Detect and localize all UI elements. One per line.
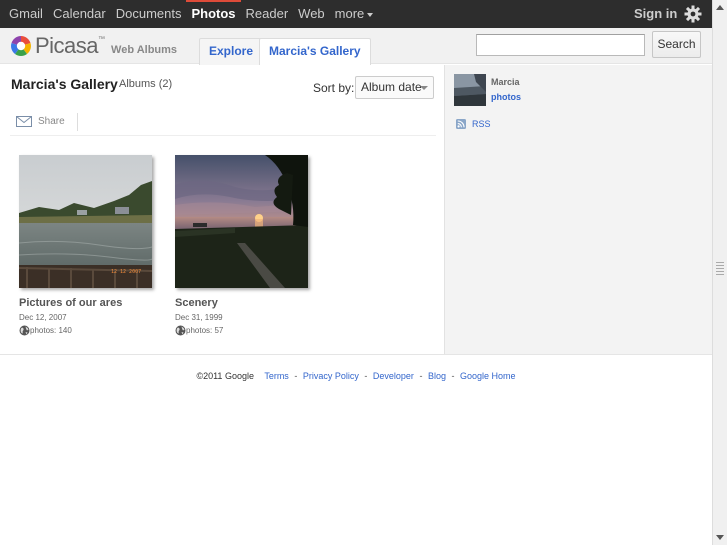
- albums-count: Albums (2): [119, 78, 173, 90]
- album-date: Dec 31, 1999: [175, 313, 223, 322]
- sort-label: Sort by:: [313, 81, 355, 95]
- sign-in-link[interactable]: Sign in: [628, 0, 683, 28]
- nav-gmail[interactable]: Gmail: [4, 0, 48, 28]
- logo-subtitle: Web Albums: [111, 44, 178, 56]
- avatar[interactable]: [454, 74, 486, 106]
- footer-separator: -: [451, 371, 455, 381]
- album-card[interactable]: Scenery Dec 31, 1999 photos: 57: [175, 155, 325, 336]
- rss-label: RSS: [472, 119, 491, 129]
- globe-icon: [175, 325, 186, 336]
- share-button[interactable]: Share: [16, 116, 65, 127]
- tab-marcias-gallery[interactable]: Marcia's Gallery: [259, 38, 371, 65]
- picasa-logo[interactable]: Picasa ™ Web Albums: [10, 35, 177, 57]
- album-meta: photos: 140: [19, 325, 169, 336]
- user-photos-link[interactable]: photos: [491, 92, 521, 102]
- footer: ©2011 Google Terms - Privacy Policy - De…: [0, 371, 712, 381]
- footer-link-developer[interactable]: Developer: [373, 371, 414, 381]
- chevron-down-icon: [420, 86, 428, 90]
- footer-separator: -: [364, 371, 368, 381]
- footer-link-blog[interactable]: Blog: [428, 371, 446, 381]
- footer-link-privacy[interactable]: Privacy Policy: [303, 371, 359, 381]
- picasa-pinwheel-icon: [11, 36, 31, 56]
- rss-icon: [456, 119, 466, 129]
- sort-select-value: Album date: [361, 80, 422, 94]
- copyright: ©2011 Google: [196, 371, 254, 381]
- logo-wordmark: Picasa: [35, 33, 99, 58]
- album-thumbnail[interactable]: [175, 155, 308, 288]
- nav-more[interactable]: more: [330, 0, 379, 28]
- chevron-down-icon: [367, 12, 374, 17]
- search-button[interactable]: Search: [652, 31, 701, 58]
- album-thumbnail[interactable]: 12 12 2007: [19, 155, 152, 288]
- user-name: Marcia: [491, 77, 520, 87]
- rss-link[interactable]: RSS: [456, 119, 491, 129]
- search-input[interactable]: [476, 34, 645, 56]
- scrollbar-grip[interactable]: [716, 262, 724, 276]
- footer-separator: -: [419, 371, 423, 381]
- tab-explore[interactable]: Explore: [199, 38, 264, 65]
- album-photo-count: photos: 57: [186, 326, 224, 335]
- divider: [77, 113, 78, 131]
- user-sidebar: Marcia photos RSS: [444, 65, 712, 354]
- footer-link-terms[interactable]: Terms: [264, 371, 289, 381]
- share-label: Share: [38, 116, 65, 127]
- scroll-up-icon[interactable]: [716, 5, 724, 10]
- album-card[interactable]: 12 12 2007 Pictures of our ares Dec 12, …: [19, 155, 169, 336]
- svg-text:12 12 2007: 12 12 2007: [111, 269, 141, 275]
- gear-icon[interactable]: [684, 5, 702, 23]
- nav-web[interactable]: Web: [293, 0, 330, 28]
- footer-separator: -: [294, 371, 298, 381]
- vertical-scrollbar[interactable]: [712, 0, 727, 545]
- nav-reader[interactable]: Reader: [241, 0, 294, 28]
- logo-trademark: ™: [98, 36, 106, 43]
- nav-more-label: more: [334, 6, 365, 21]
- album-meta: photos: 57: [175, 325, 325, 336]
- header: Picasa ™ Web Albums Explore Marcia's Gal…: [0, 28, 712, 65]
- google-nav: Gmail Calendar Documents Photos Reader W…: [4, 0, 378, 28]
- nav-calendar[interactable]: Calendar: [48, 0, 111, 28]
- album-photo-count: photos: 140: [30, 326, 72, 335]
- envelope-icon: [16, 116, 32, 127]
- nav-photos[interactable]: Photos: [186, 0, 241, 28]
- sort-select[interactable]: Album date: [355, 76, 434, 99]
- gallery-main: Marcia's Gallery Albums (2) Sort by: Alb…: [0, 65, 444, 354]
- page-title: Marcia's Gallery: [11, 76, 118, 92]
- google-bar: Gmail Calendar Documents Photos Reader W…: [0, 0, 712, 28]
- scroll-down-icon[interactable]: [716, 535, 724, 540]
- album-title[interactable]: Pictures of our ares: [19, 297, 169, 309]
- divider: [10, 135, 436, 136]
- album-date: Dec 12, 2007: [19, 313, 67, 322]
- nav-documents[interactable]: Documents: [111, 0, 187, 28]
- album-title[interactable]: Scenery: [175, 297, 325, 309]
- footer-link-google-home[interactable]: Google Home: [460, 371, 516, 381]
- divider: [0, 354, 712, 355]
- globe-icon: [19, 325, 30, 336]
